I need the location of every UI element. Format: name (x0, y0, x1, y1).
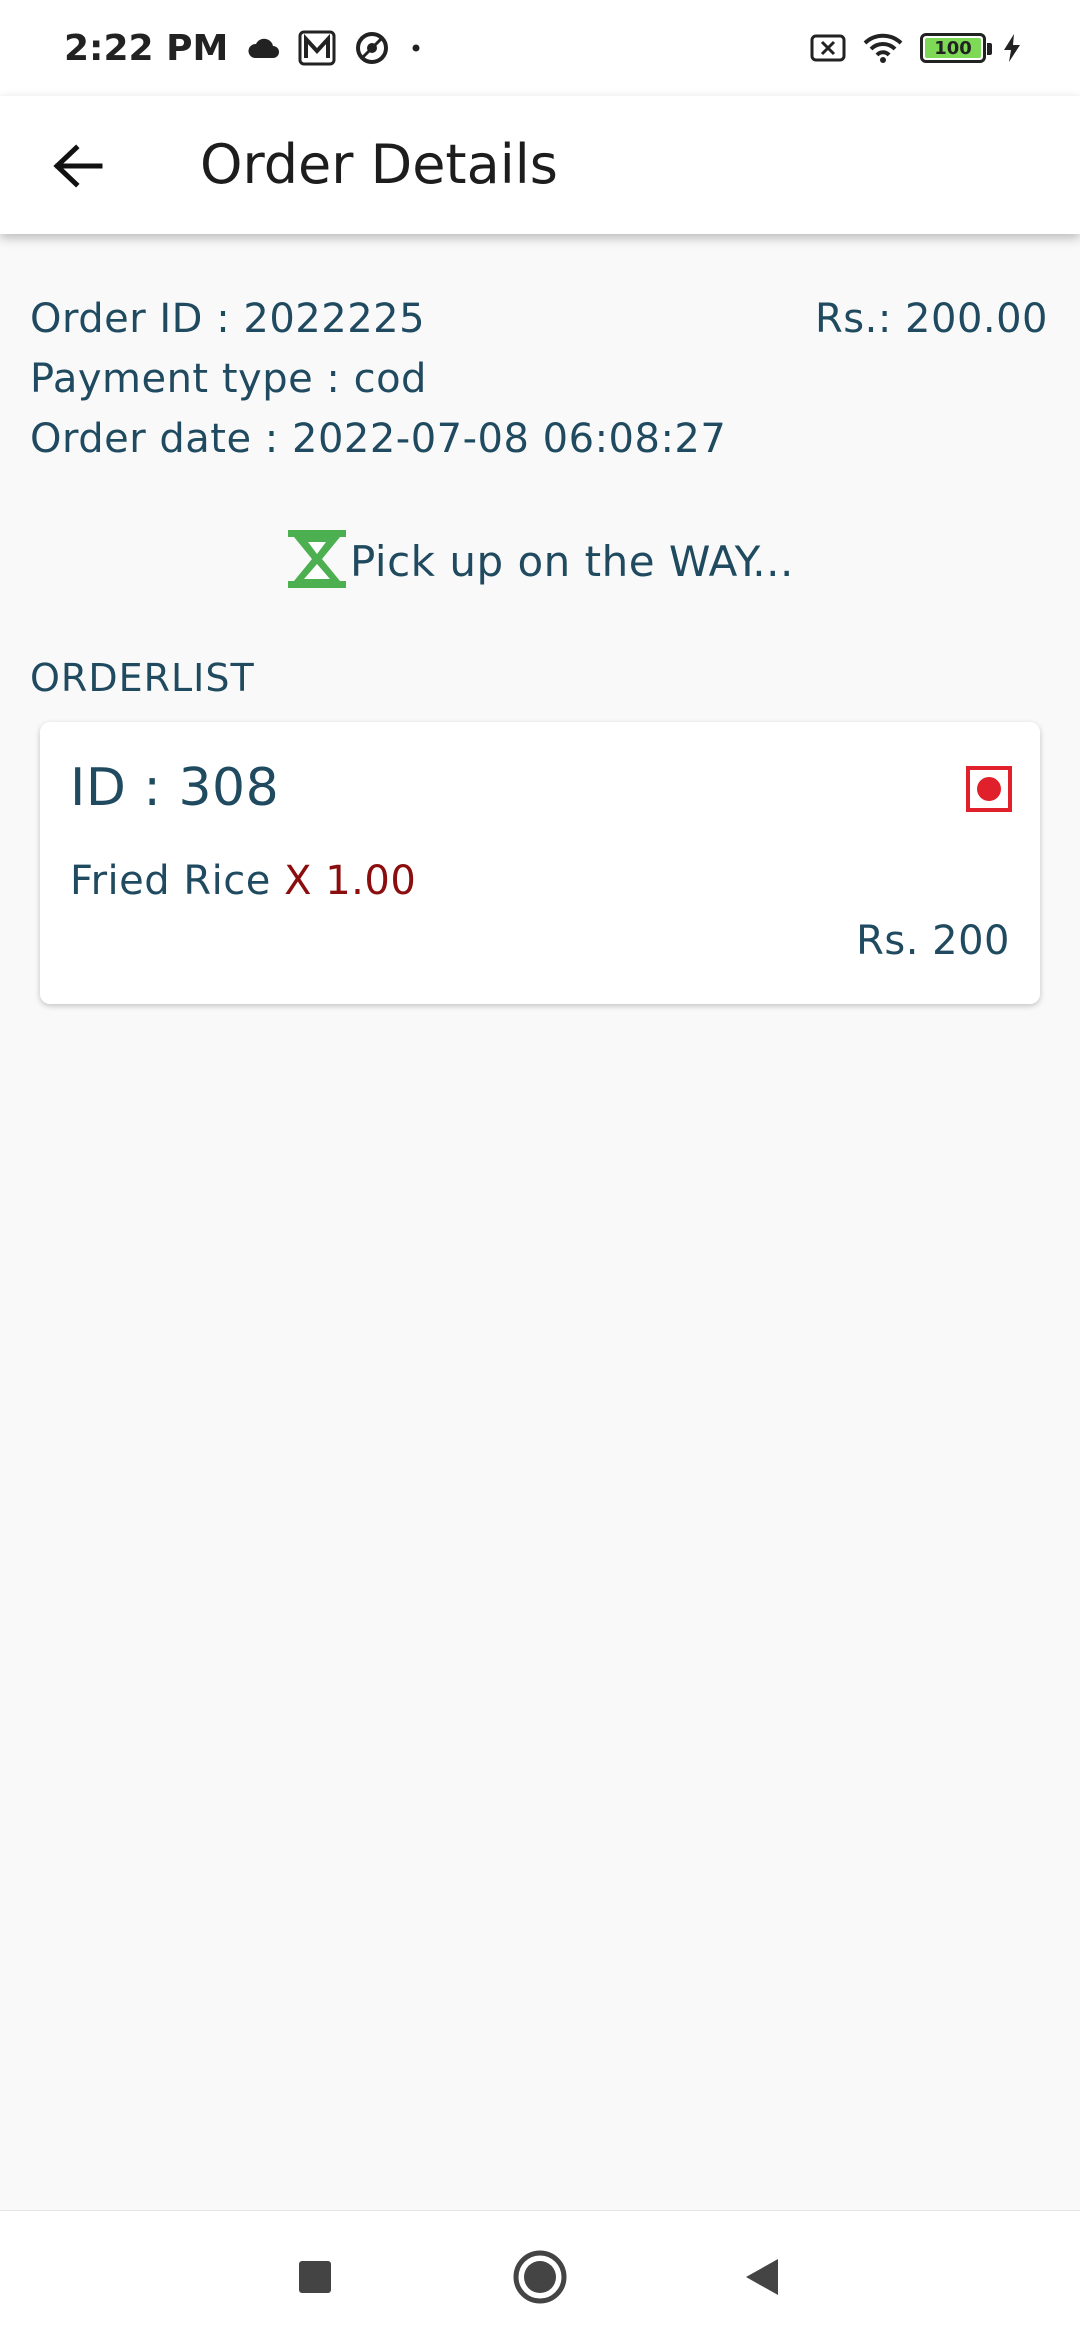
system-nav-bar (0, 2210, 1080, 2340)
recents-button[interactable] (283, 2245, 347, 2309)
status-left: 2:22 PM (64, 28, 424, 69)
back-button[interactable] (38, 126, 118, 206)
food-type-indicator-icon (966, 766, 1012, 812)
status-text: Pick up on the WAY... (350, 536, 794, 586)
order-item-card[interactable]: ID : 308 Fried Rice X 1.00 Rs. 200 (40, 722, 1040, 1004)
status-right: 100 (810, 32, 1022, 64)
charging-icon (1002, 33, 1022, 63)
circle-icon (513, 2250, 567, 2304)
item-line: Fried Rice X 1.00 (70, 858, 416, 904)
item-quantity: X 1.00 (284, 858, 417, 904)
cloud-icon (246, 36, 280, 60)
app-bar: Order Details (0, 96, 1080, 234)
item-id: ID : 308 (70, 758, 280, 818)
orderlist-label: ORDERLIST (30, 656, 255, 700)
square-icon (299, 2261, 331, 2293)
data-saver-icon (354, 30, 390, 66)
wifi-icon (862, 32, 904, 64)
order-status: Pick up on the WAY... (286, 528, 794, 594)
status-time: 2:22 PM (64, 27, 229, 69)
indicator-dot (977, 777, 1001, 801)
hourglass-icon (286, 528, 348, 594)
arrow-left-icon (53, 144, 103, 188)
order-amount: Rs.: 200.00 (815, 296, 1048, 342)
battery-level: 100 (925, 38, 981, 59)
order-date: Order date : 2022-07-08 06:08:27 (30, 416, 727, 462)
home-button[interactable] (508, 2245, 572, 2309)
status-bar: 2:22 PM 100 (0, 0, 1080, 96)
battery-icon: 100 (920, 33, 992, 63)
triangle-back-icon (746, 2259, 778, 2295)
item-price: Rs. 200 (856, 918, 1010, 964)
back-nav-button[interactable] (730, 2245, 794, 2309)
item-name: Fried Rice (70, 858, 285, 904)
no-sim-icon (810, 34, 846, 62)
app-notification-icon (298, 30, 336, 66)
payment-type: Payment type : cod (30, 356, 427, 402)
screen: 2:22 PM 100 Order Details Order ID: 202… (0, 0, 1080, 2340)
order-id: Order ID : 2022225 (30, 296, 426, 342)
dot-icon (408, 40, 424, 56)
page-title: Order Details (200, 133, 558, 196)
